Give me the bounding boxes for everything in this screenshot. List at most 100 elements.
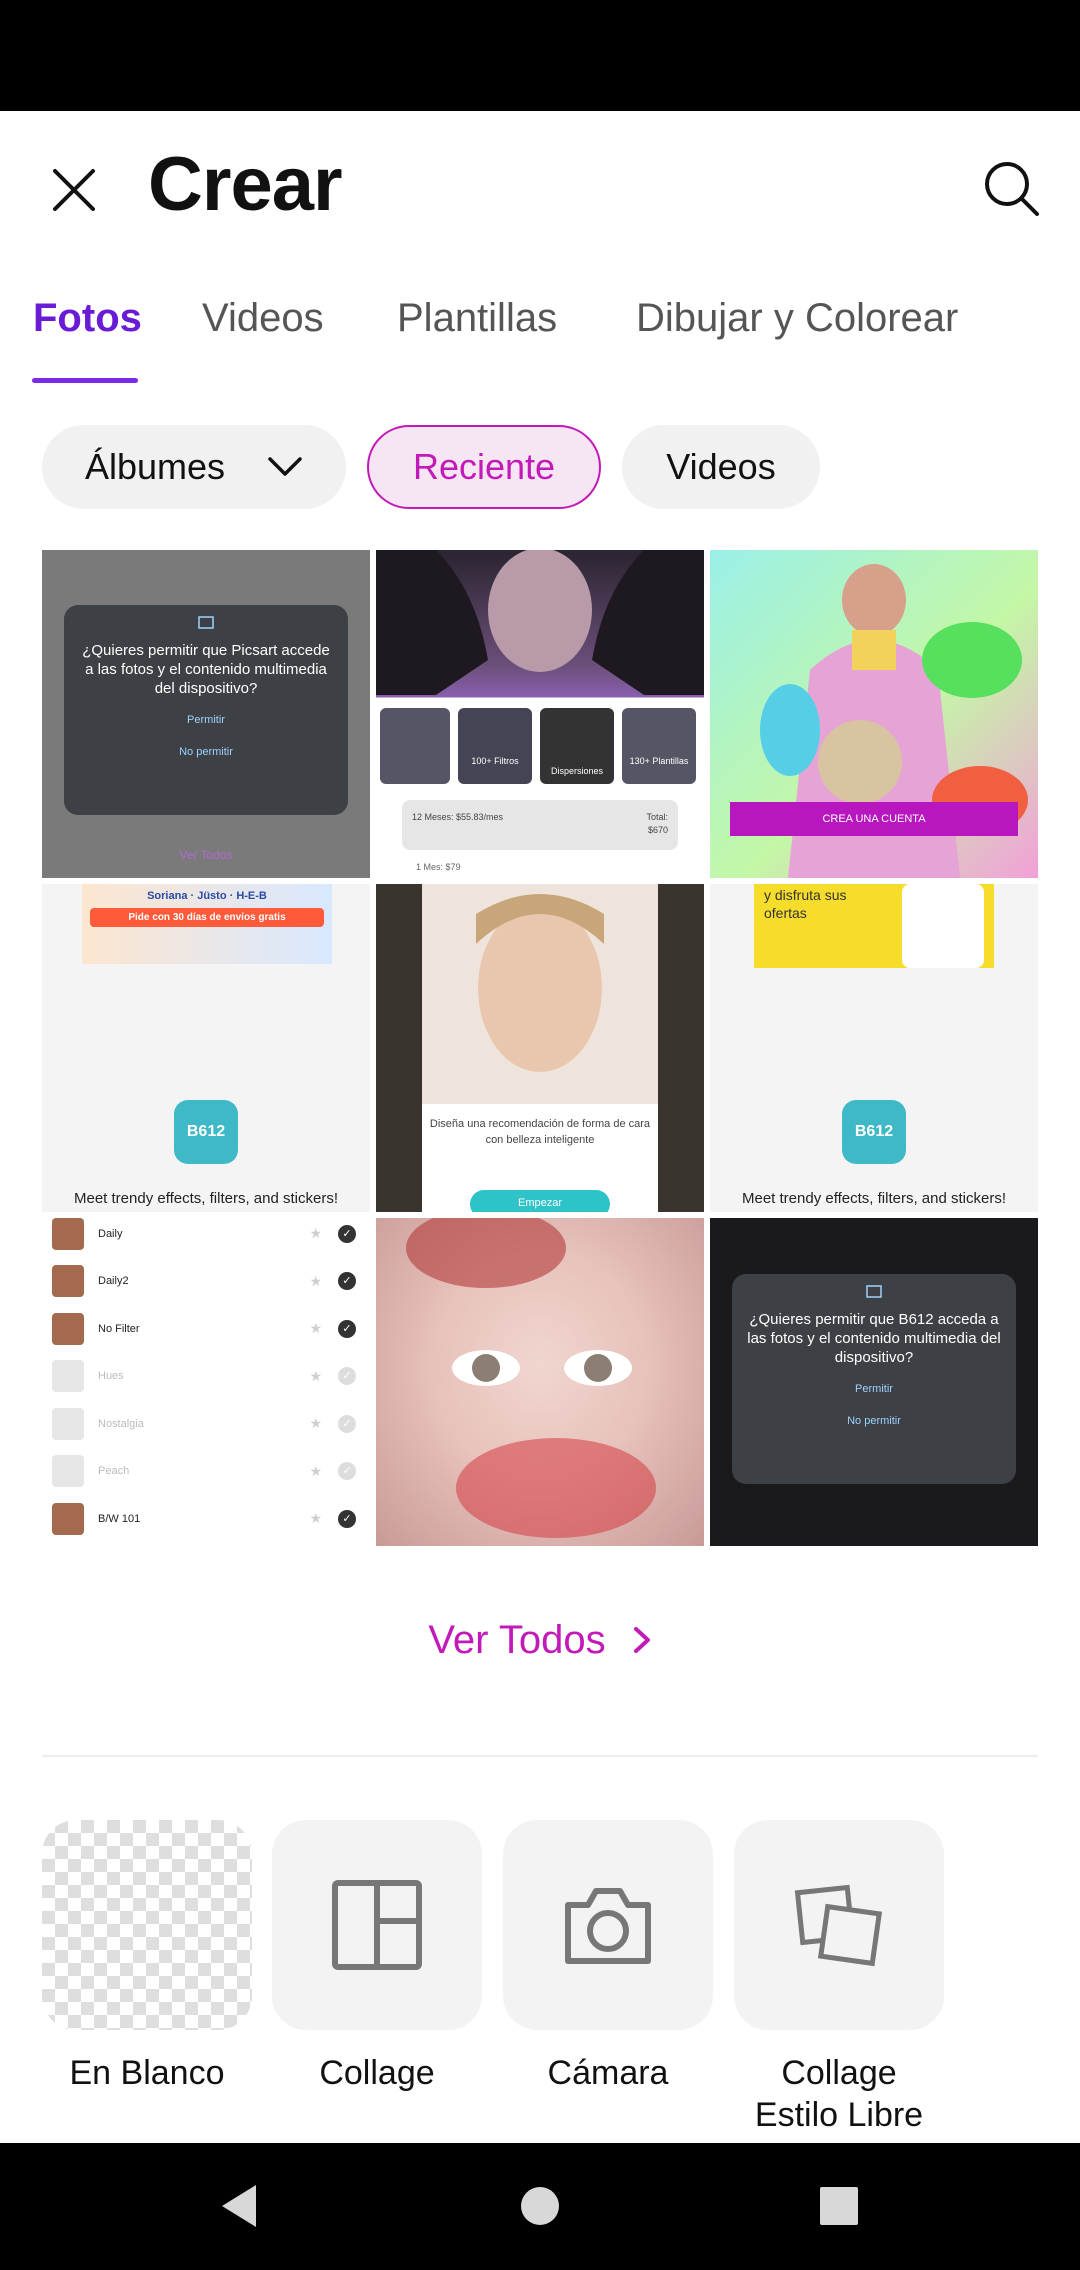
see-all-link[interactable]: Ver Todos [0,1600,1080,1680]
home-button[interactable] [507,2173,573,2239]
photo-thumbnail[interactable]: Soriana · Jüsto · H-E-B Pide con 30 días… [42,884,370,1212]
avatar [52,1360,84,1393]
recents-square-icon [820,2187,858,2225]
home-circle-icon [521,2187,559,2225]
filter-list-item: Daily ★ ✓ [52,1218,362,1258]
check-circle-icon: ✓ [338,1319,356,1338]
check-circle-icon: ✓ [338,1509,356,1528]
photo-thumbnail[interactable]: y disfruta sus ofertas B612 Meet trendy … [710,884,1038,1212]
search-button[interactable] [974,151,1050,227]
tool-blank[interactable]: En Blanco [42,1820,252,2094]
close-button[interactable] [40,156,108,224]
photo-thumbnail[interactable]: ¿Quieres permitir que B612 acceda a las … [710,1218,1038,1546]
filter-list-item: Nostalgia ★ ✓ [52,1400,362,1448]
chevron-right-icon [633,1627,650,1653]
tab-dibujar-y-colorear[interactable]: Dibujar y Colorear [636,296,958,341]
check-circle-icon: ✓ [338,1462,356,1481]
tool-label: Collage [319,2054,435,2092]
photo-thumbnail[interactable]: CREA UNA CUENTA [710,550,1038,878]
star-icon: ★ [309,1320,322,1337]
photo-thumbnail[interactable]: Daily ★ ✓ Daily2 ★ ✓ No Filter ★ ✓ Hues ★ ✓ Nostalgi… [42,1218,370,1546]
tool-label: Cámara [547,2054,669,2092]
tab-plantillas[interactable]: Plantillas [397,296,557,341]
tool-label: Collage Estilo Libre [754,2054,924,2134]
dialog-text: ¿Quieres permitir que Picsart accede a l… [82,642,330,697]
recent-chip[interactable]: Reciente [367,425,601,509]
videos-chip[interactable]: Videos [622,425,820,509]
filter-name: Peach [98,1465,130,1478]
ad-caption: Meet trendy effects, filters, and sticke… [74,1190,338,1207]
recents-button[interactable] [806,2173,872,2239]
check-circle-icon: ✓ [338,1224,356,1243]
tool-collage[interactable]: Collage [272,1820,482,2094]
plan-text: 12 Meses: $55.83/mes [412,812,504,822]
filter-name: No Filter [98,1322,140,1335]
tile-footer-text: Ver Todos [179,848,233,862]
star-icon: ★ [309,1367,322,1384]
back-triangle-icon [222,2185,256,2227]
filter-list-item: No Filter ★ ✓ [52,1305,362,1353]
photo-grid: ¿Quieres permitir que Picsart accede a l… [42,550,1038,1546]
permission-dialog: ¿Quieres permitir que B612 acceda a las … [732,1274,1016,1484]
filter-name: Nostalgia [98,1417,144,1430]
dialog-text: ¿Quieres permitir que B612 acceda a las … [747,1311,1001,1366]
promo-text: Pide con 30 días de envíos gratis [90,908,324,927]
filter-list-item: Hues ★ ✓ [52,1353,362,1401]
photo-thumbnail[interactable]: 100+ Filtros Dispersiones 130+ Plantilla… [376,550,704,878]
filter-name: Hues [98,1370,124,1383]
albums-dropdown[interactable]: Álbumes [42,425,346,509]
promo-banner: y disfruta sus ofertas [754,884,994,968]
portrait-image [422,884,658,1104]
dialog-allow: Permitir [187,714,225,726]
tool-collage-box [272,1820,482,2030]
filter-list-item: B/W 101 ★ ✓ [52,1495,362,1543]
avatar [52,1218,84,1250]
tool-camera[interactable]: Cámara [503,1820,713,2094]
avatar [52,1455,84,1488]
camera-icon [565,1888,651,1964]
star-icon: ★ [309,1510,322,1527]
folder-icon [198,616,214,629]
promo-brands: Soriana · Jüsto · H-E-B [147,890,267,902]
transparent-canvas-icon [42,1820,252,2030]
dialog-deny: No permitir [179,746,233,758]
chevron-down-icon [268,457,302,476]
dialog-allow: Permitir [855,1383,893,1395]
star-icon: ★ [309,1225,322,1242]
promo-text: y disfruta sus ofertas [764,887,847,921]
close-icon [53,169,95,211]
search-icon [985,162,1039,216]
b612-logo: B612 [174,1100,238,1164]
albums-label: Álbumes [84,446,226,487]
photo-thumbnail[interactable]: Diseña una recomendación de forma de car… [376,884,704,1212]
active-tab-indicator [32,378,138,383]
feature-card: Dispersiones [540,708,614,784]
portrait-image [406,1218,656,1538]
back-button[interactable] [206,2173,272,2239]
check-circle-icon: ✓ [338,1272,356,1291]
dialog-deny: No permitir [847,1415,901,1427]
plan-row: 12 Meses: $55.83/mes Total: $670 [402,800,678,850]
feature-card: 100+ Filtros [458,708,532,784]
tab-fotos[interactable]: Fotos [33,296,142,341]
plan-text-2: 1 Mes: $79 [416,862,461,872]
divider [42,1755,1038,1757]
system-nav-bar [0,2143,1080,2270]
tool-freestyle-collage[interactable]: Collage Estilo Libre [734,1820,944,2136]
freestyle-collage-icon [794,1884,883,1967]
plan-total-label: Total: [646,812,668,822]
avatar [52,1407,84,1440]
filter-name: Daily [98,1227,123,1240]
tool-label: En Blanco [69,2054,225,2092]
header: Crear [0,111,1080,261]
tab-videos[interactable]: Videos [202,296,324,341]
portrait-image [376,550,704,695]
see-all-label: Ver Todos [428,1617,606,1662]
photo-thumbnail[interactable]: ¿Quieres permitir que Picsart accede a l… [42,550,370,878]
photo-thumbnail[interactable] [376,1218,704,1546]
avatar [52,1502,84,1535]
filter-list-item: Daily2 ★ ✓ [52,1258,362,1306]
page-title: Crear [148,142,343,227]
filter-chips: Álbumes Reciente Videos [0,425,1080,509]
check-circle-icon: ✓ [338,1414,356,1433]
